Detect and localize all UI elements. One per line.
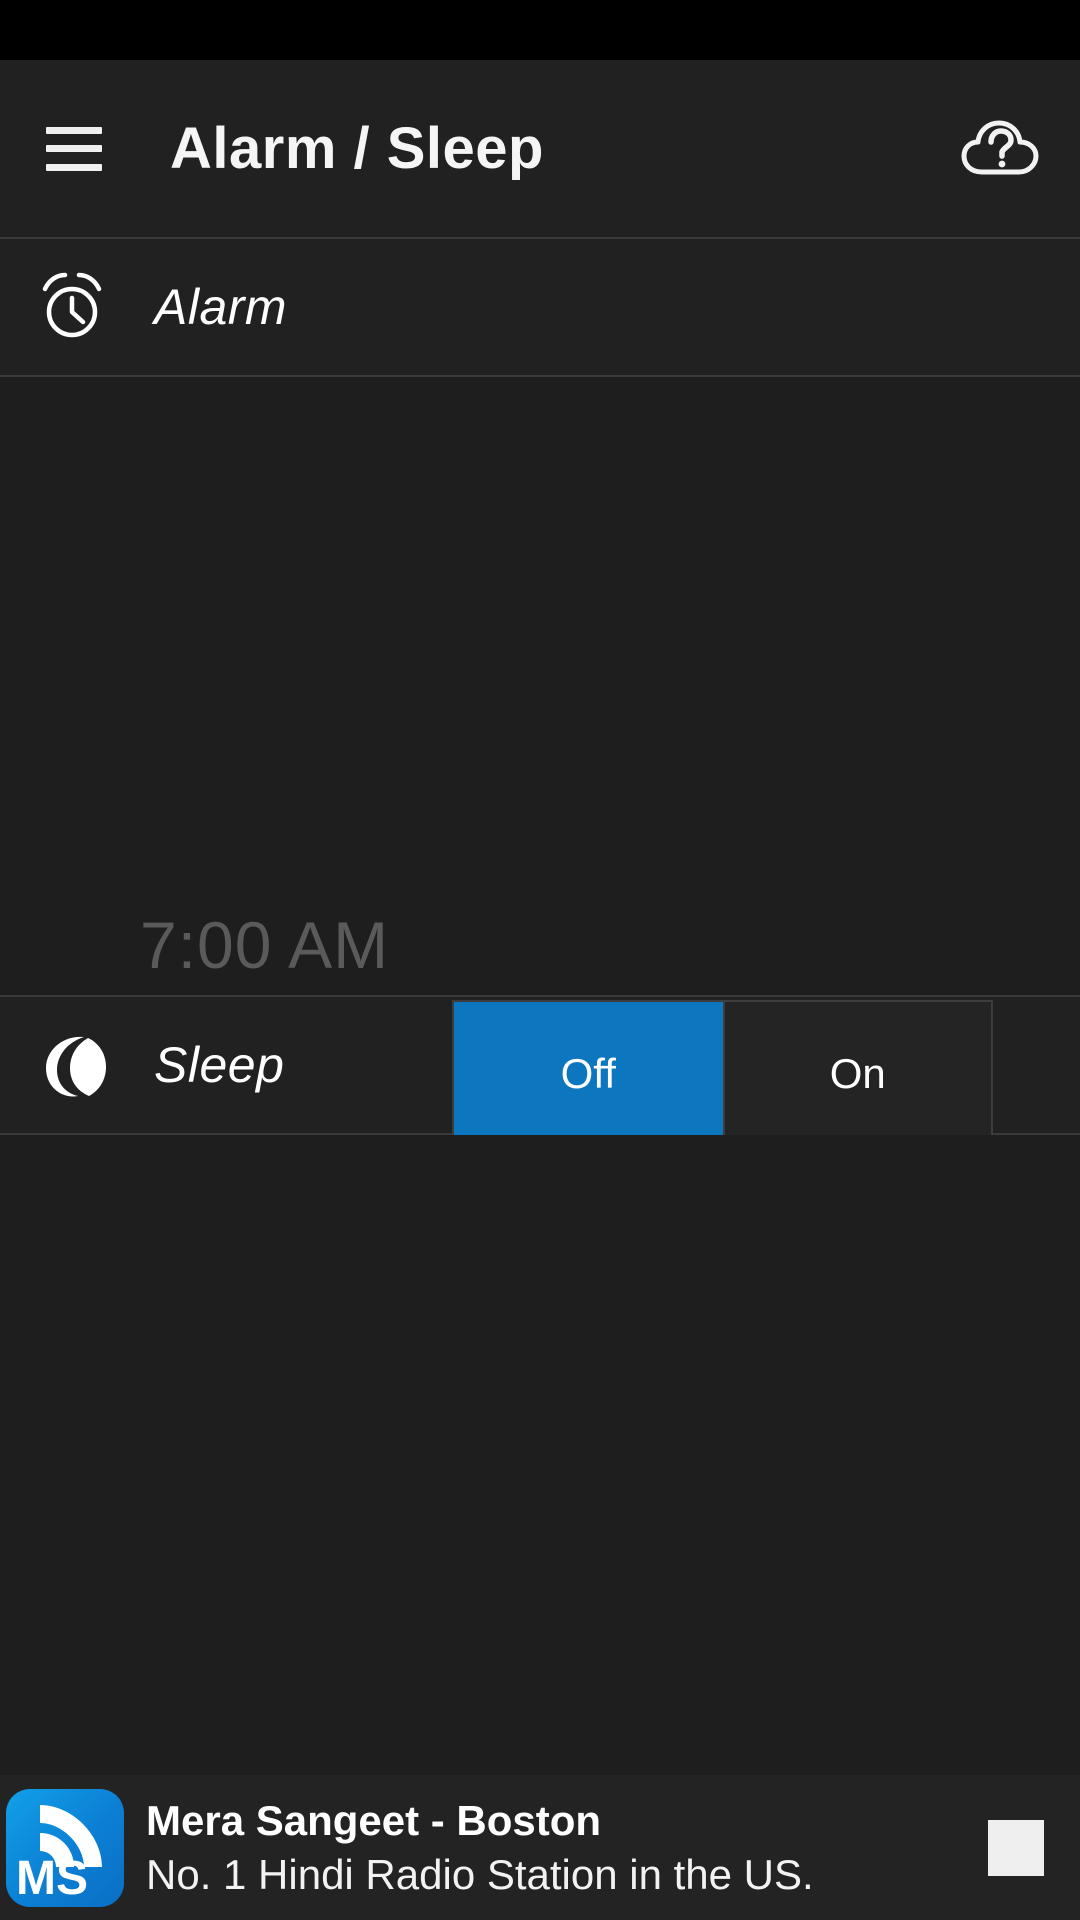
page-title: Alarm / Sleep — [170, 116, 544, 181]
ad-subtitle: No. 1 Hindi Radio Station in the US. — [146, 1850, 814, 1898]
section-header-alarm: Alarm — [0, 237, 1080, 377]
section-label-alarm: Alarm — [154, 279, 288, 335]
hamburger-menu-icon[interactable] — [46, 126, 102, 171]
crescent-moon-icon — [36, 1029, 108, 1101]
app-bar: Alarm / Sleep — [0, 60, 1080, 237]
alarm-time-value[interactable]: 7:00 AM — [140, 907, 389, 983]
alarm-toggle-on[interactable]: On — [722, 1002, 991, 1145]
svg-text:MS: MS — [16, 1852, 88, 1905]
content-spacer — [0, 1755, 1080, 1775]
sleep-row: 15:00 Off On — [0, 1135, 1080, 1755]
hamburger-line — [46, 163, 102, 171]
crescent-moon-svg — [46, 1036, 106, 1097]
app-screen: Alarm / Sleep Alarm 7:00 AM Off On Sleep… — [0, 0, 1080, 1920]
alarm-toggle-off[interactable]: Off — [454, 1002, 723, 1145]
alarm-toggle[interactable]: Off On — [452, 1000, 993, 1147]
signal-waves-icon: MS — [16, 1804, 102, 1905]
section-label-sleep: Sleep — [154, 1037, 285, 1093]
alarm-clock-icon — [36, 271, 108, 343]
ad-cta-button[interactable] — [988, 1819, 1044, 1876]
hamburger-line — [46, 126, 102, 134]
alarm-row: 7:00 AM Off On — [0, 377, 1080, 1147]
cloud-question-icon[interactable] — [960, 114, 1040, 184]
status-bar — [0, 0, 1080, 60]
ad-banner[interactable]: MS Mera Sangeet - Boston No. 1 Hindi Rad… — [0, 1775, 1080, 1920]
ad-text-block: Mera Sangeet - Boston No. 1 Hindi Radio … — [146, 1796, 988, 1899]
hamburger-line — [46, 145, 102, 152]
alarm-clock-svg — [42, 272, 102, 338]
ad-app-icon: MS — [6, 1788, 124, 1907]
cloud-question-svg — [961, 120, 1039, 174]
ad-title: Mera Sangeet - Boston — [146, 1796, 602, 1844]
